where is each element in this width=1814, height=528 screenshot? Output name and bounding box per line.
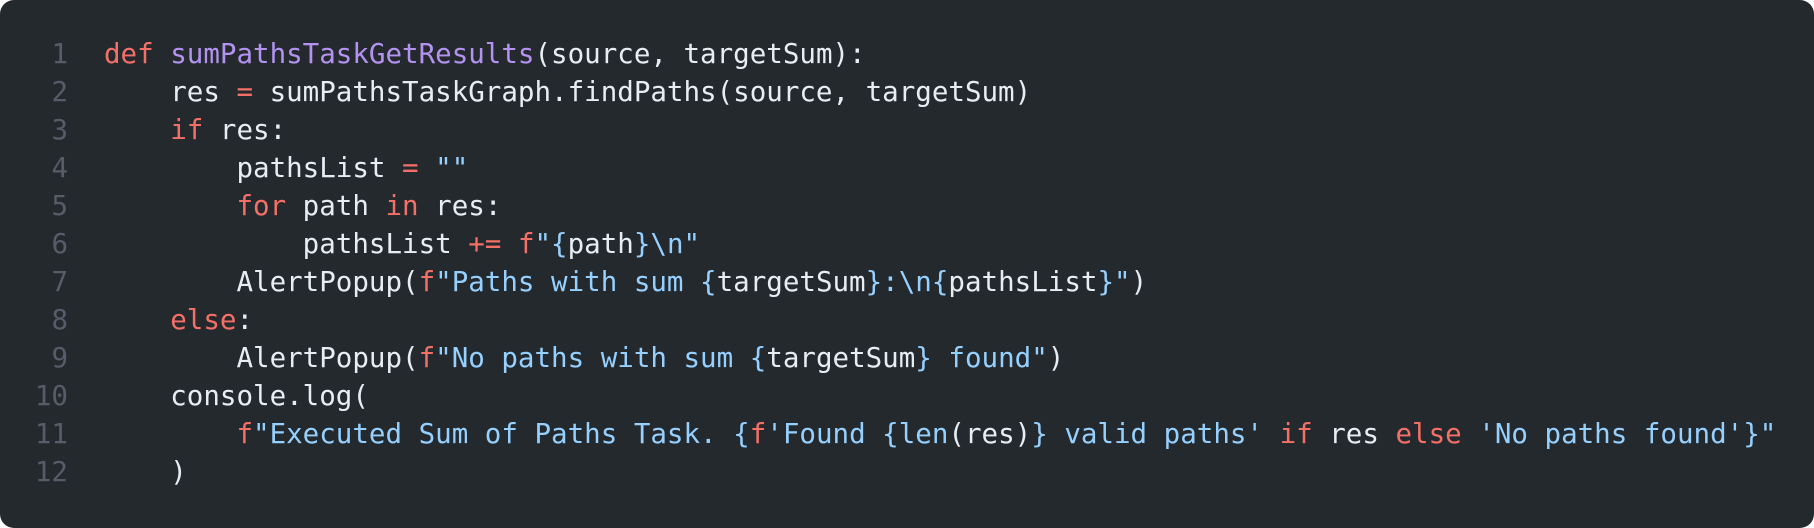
code-token-kw: if bbox=[1279, 418, 1313, 450]
code-token-str: }" bbox=[1743, 418, 1777, 450]
code-token-kw: f bbox=[418, 266, 436, 298]
line-number: 5 bbox=[51, 190, 68, 222]
code-token-kw: f bbox=[418, 342, 436, 374]
line-number: 6 bbox=[51, 228, 68, 260]
line-source: pathsList += f"{path}\n" bbox=[104, 225, 700, 263]
code-token-txt: : bbox=[236, 304, 254, 336]
code-token-txt: targetSum bbox=[716, 266, 866, 298]
code-token-str: } valid paths' bbox=[1031, 418, 1263, 450]
code-line: 9 AlertPopup(f"No paths with sum {target… bbox=[0, 339, 1776, 377]
code-token-txt: res: bbox=[203, 114, 287, 146]
code-token-str: 'No paths found' bbox=[1478, 418, 1744, 450]
code-token-str: "Paths with sum { bbox=[435, 266, 717, 298]
code-token-str: 'Found { bbox=[766, 418, 899, 450]
code-token-kw: = bbox=[402, 152, 419, 184]
code-token-txt: console.log( bbox=[104, 380, 369, 412]
code-token-str: "" bbox=[435, 152, 469, 184]
code-token-str: }" bbox=[1097, 266, 1131, 298]
code-token-txt: res: bbox=[418, 190, 502, 222]
line-number: 3 bbox=[51, 114, 68, 146]
code-line: 4 pathsList = "" bbox=[0, 149, 1776, 187]
line-source: f"Executed Sum of Paths Task. {f'Found {… bbox=[104, 415, 1776, 453]
code-token-txt: AlertPopup( bbox=[104, 342, 419, 374]
line-source: for path in res: bbox=[104, 187, 501, 225]
code-line: 12 ) bbox=[0, 453, 1776, 491]
line-number: 2 bbox=[51, 76, 68, 108]
code-line: 7 AlertPopup(f"Paths with sum {targetSum… bbox=[0, 263, 1776, 301]
line-number: 9 bbox=[51, 342, 68, 374]
line-number: 10 bbox=[34, 380, 68, 412]
code-token-kw: def bbox=[104, 38, 171, 70]
code-token-kw: f bbox=[236, 418, 254, 450]
code-token-txt: path bbox=[567, 228, 634, 260]
line-source: if res: bbox=[104, 111, 286, 149]
code-line: 2 res = sumPathsTaskGraph.findPaths(sour… bbox=[0, 73, 1776, 111]
code-block: 1 def sumPathsTaskGetResults(source, targ… bbox=[0, 0, 1814, 528]
line-source: pathsList = "" bbox=[104, 149, 468, 187]
code-token-kw: += bbox=[468, 228, 502, 260]
code-line: 8 else: bbox=[0, 301, 1776, 339]
code-line: 5 for path in res: bbox=[0, 187, 1776, 225]
code-token-str: }:\n{ bbox=[865, 266, 949, 298]
code-token-txt: sumPathsTaskGraph.findPaths(source, targ… bbox=[253, 76, 1032, 108]
code-token-txt: AlertPopup( bbox=[104, 266, 419, 298]
code-token-kw: f bbox=[517, 228, 535, 260]
code-token-txt: res bbox=[1312, 418, 1396, 450]
code-line: 11 f"Executed Sum of Paths Task. {f'Foun… bbox=[0, 415, 1776, 453]
code-token-txt: pathsList bbox=[104, 228, 469, 260]
code-token-txt: (source, targetSum): bbox=[534, 38, 866, 70]
code-token-txt: pathsList bbox=[948, 266, 1098, 298]
line-source: console.log( bbox=[104, 377, 369, 415]
code-token-kw: if bbox=[170, 114, 204, 146]
line-number: 8 bbox=[51, 304, 68, 336]
line-number: 4 bbox=[51, 152, 68, 184]
code-token-txt: path bbox=[286, 190, 386, 222]
code-token-fn: sumPathsTaskGetResults bbox=[170, 38, 535, 70]
code-token-kw: else bbox=[1395, 418, 1462, 450]
line-source: AlertPopup(f"No paths with sum {targetSu… bbox=[104, 339, 1064, 377]
code-token-txt: pathsList bbox=[104, 152, 403, 184]
line-number: 11 bbox=[34, 418, 68, 450]
code-token-str: } found" bbox=[915, 342, 1048, 374]
code-token-txt: (res) bbox=[948, 418, 1032, 450]
code-token-kw: = bbox=[236, 76, 254, 108]
code-token-str: "Executed Sum of Paths Task. { bbox=[253, 418, 750, 450]
code-token-str: "{ bbox=[534, 228, 568, 260]
code-token-txt: ) bbox=[1130, 266, 1148, 298]
code-token-txt: ) bbox=[104, 456, 187, 488]
code-token-txt: res bbox=[104, 76, 237, 108]
code-line: 6 pathsList += f"{path}\n" bbox=[0, 225, 1776, 263]
code-token-txt: ) bbox=[1047, 342, 1065, 374]
line-number: 7 bbox=[51, 266, 68, 298]
code-token-str: }\n" bbox=[633, 228, 701, 260]
code-line: 10 console.log( bbox=[0, 377, 1776, 415]
line-number: 12 bbox=[34, 456, 68, 488]
code-token-kw: in bbox=[385, 190, 419, 222]
code-token-str: len bbox=[898, 418, 949, 450]
line-number: 1 bbox=[51, 38, 68, 70]
code-token-txt: targetSum bbox=[766, 342, 916, 374]
line-source: def sumPathsTaskGetResults(source, targe… bbox=[104, 35, 866, 73]
line-source: ) bbox=[104, 453, 187, 491]
code-token-kw: else bbox=[170, 304, 237, 336]
code-line: 1 def sumPathsTaskGetResults(source, targ… bbox=[0, 35, 1776, 73]
code-token-str: "No paths with sum { bbox=[435, 342, 767, 374]
line-source: AlertPopup(f"Paths with sum {targetSum}:… bbox=[104, 263, 1147, 301]
code-token-kw: for bbox=[236, 190, 287, 222]
code-content: 1 def sumPathsTaskGetResults(source, targ… bbox=[0, 35, 1776, 491]
code-token-kw: f bbox=[749, 418, 767, 450]
line-source: res = sumPathsTaskGraph.findPaths(source… bbox=[104, 73, 1031, 111]
code-line: 3 if res: bbox=[0, 111, 1776, 149]
line-source: else: bbox=[104, 301, 253, 339]
